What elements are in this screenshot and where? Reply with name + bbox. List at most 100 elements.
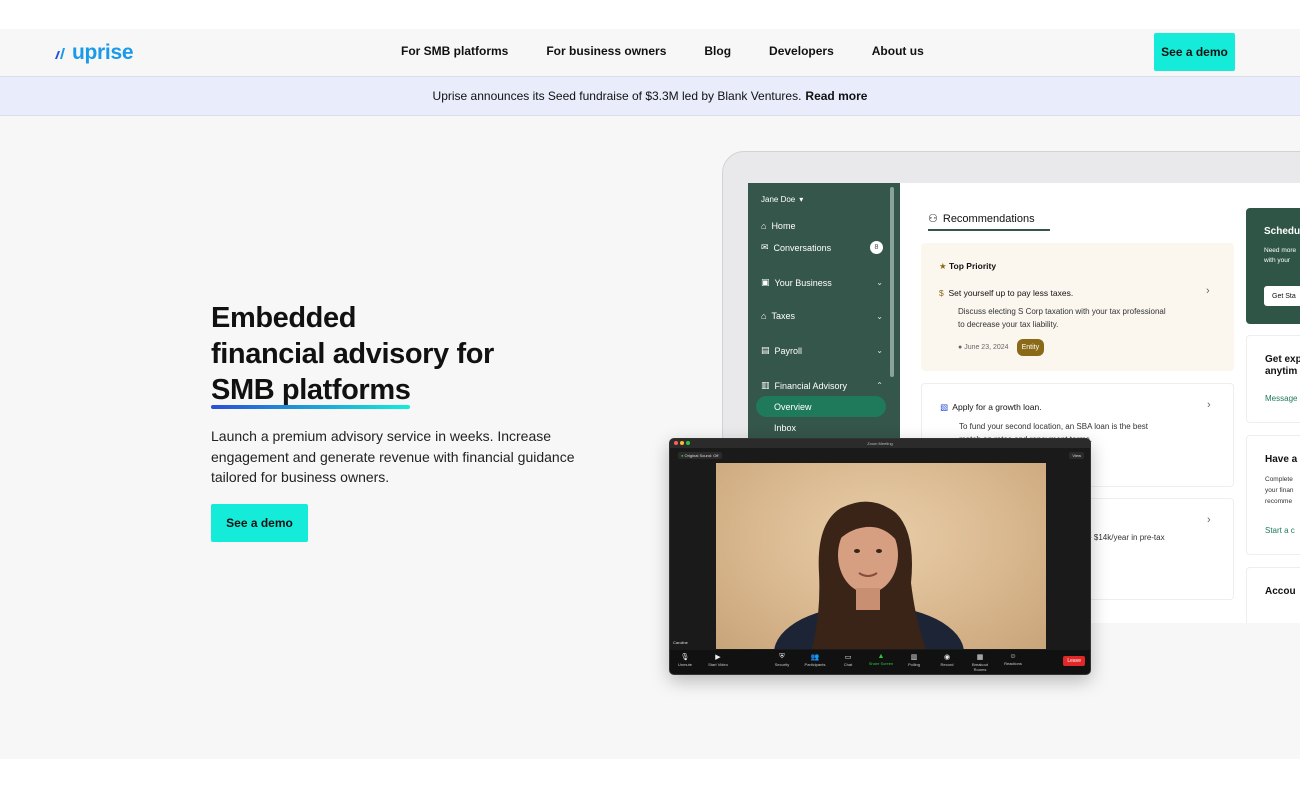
logo-text: uprise: [72, 41, 134, 64]
get-started-button[interactable]: Get Sta: [1264, 286, 1300, 306]
sidebar-item-taxes[interactable]: ⌂ Taxes ⌄: [761, 311, 883, 321]
chevron-down-icon: ⌄: [876, 278, 883, 287]
card-title: $ Set yourself up to pay less taxes.: [939, 288, 1073, 298]
sidebar-item-your-business[interactable]: ▣ Your Business ⌄: [761, 277, 883, 288]
zoom-view-button[interactable]: View: [1069, 452, 1084, 459]
meeting-audio-badge[interactable]: ● Original Sound: Off: [678, 452, 722, 459]
chat-button[interactable]: ▭ Chat: [835, 653, 861, 667]
card-date: June 23, 2024: [964, 344, 1009, 351]
recommendation-card-taxes[interactable]: ★ Top Priority $ Set yourself up to pay …: [921, 243, 1234, 371]
top-priority-text: Top Priority: [949, 261, 997, 271]
control-label: Chat: [843, 662, 853, 667]
share-screen-button[interactable]: ▲ Share Screen: [868, 653, 894, 666]
nav-link-business-owners[interactable]: For business owners: [546, 44, 666, 58]
briefcase-icon: ▣: [761, 277, 770, 287]
hero-title-line1: Embedded: [211, 302, 357, 334]
message-link[interactable]: Message: [1265, 394, 1297, 403]
schedule-text: Need more with your: [1264, 246, 1296, 266]
maximize-dot-icon[interactable]: [686, 441, 690, 445]
control-label: Security: [774, 662, 790, 667]
sidebar-item-label: Home: [771, 221, 796, 231]
chevron-down-icon: ⌄: [876, 346, 883, 355]
sidebar-item-financial-advisory[interactable]: ▥ Financial Advisory ⌃: [761, 380, 883, 391]
control-label: Reactions: [1004, 661, 1022, 666]
participant-name: Caroline: [673, 640, 688, 645]
zoom-control-bar: 🎙 Unmute ▶ Start Video ⛨ Security 👥 Particip…: [670, 650, 1090, 674]
participant-figure-icon: [774, 501, 964, 649]
bar-chart-icon: ▥: [910, 654, 918, 661]
recommendations-title: Recommendations: [942, 212, 1035, 225]
mail-icon: ✉: [761, 242, 769, 252]
security-button[interactable]: ⛨ Security: [769, 653, 795, 667]
have-panel: Have a Complete your finan recomme Start a…: [1246, 435, 1300, 555]
user-name: Jane Doe: [761, 195, 796, 204]
user-menu[interactable]: Jane Doe ▾: [761, 195, 803, 204]
recommendations-tab[interactable]: ⚇ Recommendations: [928, 212, 1050, 231]
control-label: Record: [940, 662, 954, 667]
sidebar-item-label: Taxes: [771, 311, 795, 321]
account-panel: Accou: [1246, 567, 1300, 623]
card-title-text: Set yourself up to pay less taxes.: [948, 288, 1074, 298]
expert-panel: Get exp anytim Message: [1246, 335, 1300, 423]
banner-read-more-link[interactable]: Read more: [805, 89, 867, 103]
have-line2: your finan: [1265, 487, 1294, 494]
grid-icon: ▦: [976, 654, 984, 661]
reactions-button[interactable]: ☺ Reactions: [1000, 653, 1026, 666]
hero-title-line2: financial advisory for: [211, 338, 494, 370]
logo-mark-icon: [55, 48, 65, 59]
hero-title-highlight: SMB platforms: [211, 374, 411, 409]
home-icon: ⌂: [761, 221, 767, 231]
chat-bubble-icon: ▭: [844, 654, 852, 661]
nav-link-blog[interactable]: Blog: [704, 44, 731, 58]
card-desc-line1: To fund your second location, an SBA loa…: [959, 422, 1149, 431]
schedule-panel: Schedu Need more with your Get Sta: [1246, 208, 1300, 324]
chevron-down-icon: ⌄: [876, 311, 883, 321]
have-line3: recomme: [1265, 498, 1293, 505]
sidebar-item-conversations[interactable]: ✉ Conversations 8: [761, 241, 883, 254]
participants-button[interactable]: 👥 Participants: [802, 653, 828, 667]
start-video-button[interactable]: ▶ Start Video: [705, 653, 731, 667]
zoom-window: Zoom Meeting ● Original Sound: Off View …: [669, 438, 1091, 675]
minimize-dot-icon[interactable]: [680, 441, 684, 445]
nav-link-smb-platforms[interactable]: For SMB platforms: [401, 44, 508, 58]
close-dot-icon[interactable]: [674, 441, 678, 445]
meeting-audio-text: Original Sound: Off: [684, 453, 719, 458]
participant-video: [716, 463, 1046, 649]
sidebar-scrollbar[interactable]: [890, 187, 894, 377]
nav-link-about-us[interactable]: About us: [872, 44, 924, 58]
schedule-line2: with your: [1264, 257, 1291, 264]
record-icon: ◉: [943, 654, 951, 661]
control-label: Breakout Rooms: [971, 662, 988, 672]
entity-tag: Entity: [1016, 339, 1045, 356]
logo[interactable]: uprise: [54, 41, 134, 65]
bank-icon: ⌂: [761, 311, 767, 321]
polling-button[interactable]: ▥ Polling: [901, 653, 927, 667]
window-controls: [674, 441, 690, 445]
announcement-banner: Uprise announces its Seed fundraise of $…: [0, 77, 1300, 116]
unmute-button[interactable]: 🎙 Unmute: [672, 653, 698, 667]
see-demo-hero-button[interactable]: See a demo: [211, 504, 308, 542]
start-chat-link[interactable]: Start a c: [1265, 526, 1295, 535]
chevron-right-icon: ›: [1207, 399, 1211, 411]
sidebar-item-inbox[interactable]: Inbox: [774, 423, 796, 433]
account-title: Accou: [1265, 586, 1296, 597]
sidebar-item-payroll[interactable]: ▤ Payroll ⌄: [761, 345, 883, 356]
hero-section: Embedded financial advisory for SMB plat…: [0, 116, 1300, 759]
schedule-title: Schedu: [1264, 226, 1300, 237]
see-demo-nav-button[interactable]: See a demo: [1154, 33, 1235, 71]
sidebar-item-overview[interactable]: Overview: [756, 396, 886, 417]
sidebar-item-label: Conversations: [773, 242, 832, 253]
banner-text: Uprise announces its Seed fundraise of $…: [432, 89, 802, 103]
hero-subtitle: Launch a premium advisory service in wee…: [211, 428, 575, 485]
leave-meeting-button[interactable]: Leave: [1063, 656, 1085, 666]
zoom-window-title: Zoom Meeting: [867, 441, 893, 446]
expert-title: Get exp anytim: [1265, 354, 1300, 378]
document-icon: ▧: [940, 402, 949, 412]
control-label: Share Screen: [868, 661, 894, 666]
record-button[interactable]: ◉ Record: [934, 653, 960, 667]
chevron-up-icon: ⌃: [876, 381, 883, 390]
money-bag-icon: $: [939, 288, 944, 298]
sidebar-item-home[interactable]: ⌂ Home: [761, 221, 883, 231]
nav-link-developers[interactable]: Developers: [769, 44, 834, 58]
breakout-rooms-button[interactable]: ▦ Breakout Rooms: [967, 653, 993, 672]
